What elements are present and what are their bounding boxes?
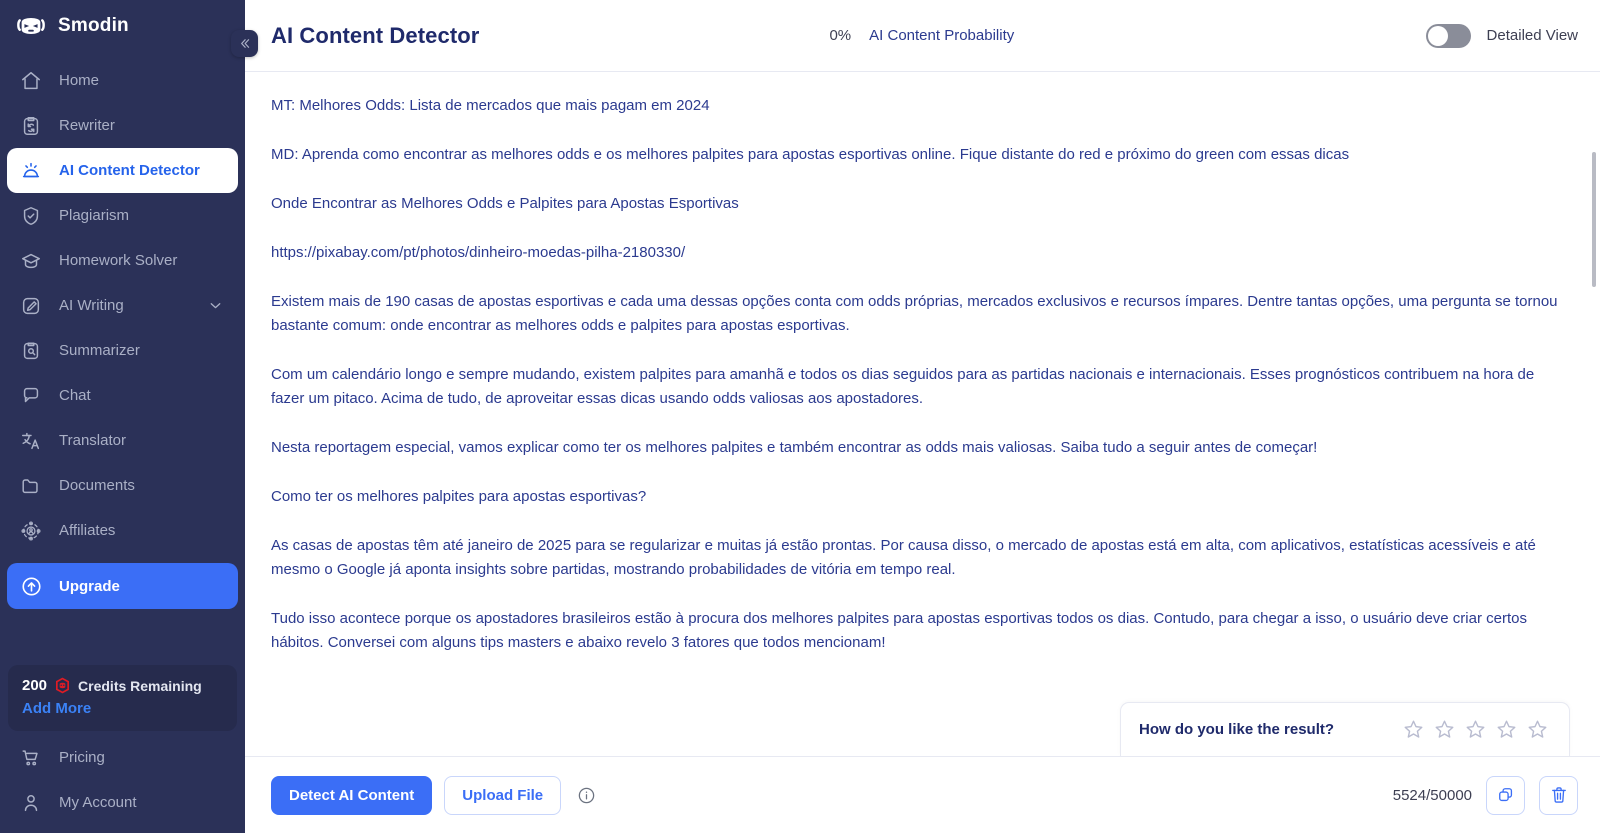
paragraph: MT: Melhores Odds: Lista de mercados que… — [271, 97, 710, 114]
paragraph: Como ter os melhores palpites para apost… — [271, 488, 647, 505]
rating-question: How do you like the result? — [1139, 721, 1335, 738]
chevron-down-icon[interactable] — [207, 297, 224, 314]
star-outline-icon[interactable] — [1402, 718, 1425, 741]
add-more-link[interactable]: Add More — [22, 700, 223, 717]
upgrade-label: Upgrade — [59, 577, 120, 595]
sidebar-item-label: Rewriter — [59, 117, 115, 134]
paragraph: Onde Encontrar as Melhores Odds e Palpit… — [271, 195, 739, 212]
ai-probability-percent: 0% — [829, 27, 852, 44]
smodin-robot-logo-icon — [16, 11, 46, 41]
sidebar-item-my-account[interactable]: My Account — [7, 780, 238, 825]
character-count: 5524/50000 — [1392, 786, 1472, 804]
paragraph: Tudo isso acontece porque os apostadores… — [271, 610, 1527, 651]
topbar: AI Content Detector 0% AI Content Probab… — [245, 0, 1600, 72]
footer-toolbar: Detect AI Content Upload File 5524/50000 — [245, 756, 1600, 833]
document-text-area[interactable]: MT: Melhores Odds: Lista de mercados que… — [245, 72, 1600, 756]
paragraph: As casas de apostas têm até janeiro de 2… — [271, 537, 1536, 578]
sidebar-item-summarizer[interactable]: Summarizer — [7, 328, 238, 373]
main-panel: AI Content Detector 0% AI Content Probab… — [245, 0, 1600, 833]
credits-label: Credits Remaining — [78, 677, 202, 694]
footer-right: 5524/50000 — [1392, 775, 1578, 815]
content-scrollbar[interactable] — [1592, 152, 1596, 287]
sidebar-item-homework-solver[interactable]: Homework Solver — [7, 238, 238, 283]
page-title: AI Content Detector — [271, 22, 480, 48]
sidebar-item-ai-writing[interactable]: AI Writing — [7, 283, 238, 328]
sidebar-item-label: Documents — [59, 477, 135, 494]
affiliates-network-icon — [19, 519, 43, 543]
sidebar-item-label: AI Content Detector — [59, 162, 200, 179]
star-outline-icon[interactable] — [1526, 718, 1549, 741]
upload-file-button[interactable]: Upload File — [444, 775, 562, 815]
trash-icon — [1549, 785, 1569, 805]
shield-check-icon — [19, 204, 43, 228]
sidebar-item-ai-content-detector[interactable]: AI Content Detector — [7, 148, 238, 193]
sidebar-item-label: Homework Solver — [59, 252, 178, 269]
sidebar-item-translator[interactable]: Translator — [7, 418, 238, 463]
paragraph: Com um calendário longo e sempre mudando… — [271, 366, 1535, 407]
sidebar-item-label: Pricing — [59, 749, 105, 766]
sidebar-item-rewriter[interactable]: Rewriter — [7, 103, 238, 148]
sidebar-item-pricing[interactable]: Pricing — [7, 735, 238, 780]
app-root: Smodin Home Rewriter AI Content Detector — [0, 0, 1600, 833]
delete-button[interactable] — [1539, 775, 1578, 815]
user-icon — [19, 791, 43, 815]
paragraph: Existem mais de 190 casas de apostas esp… — [271, 293, 1558, 334]
sidebar-item-label: Translator — [59, 432, 126, 449]
brand[interactable]: Smodin — [0, 0, 245, 52]
toggle-knob — [1427, 25, 1448, 46]
home-icon — [19, 69, 43, 93]
star-outline-icon[interactable] — [1433, 718, 1456, 741]
rating-stars — [1402, 718, 1549, 741]
credits-amount: 200 — [22, 677, 48, 694]
chat-bubble-icon — [19, 384, 43, 408]
sidebar-item-label: Affiliates — [59, 522, 116, 539]
sidebar-item-home[interactable]: Home — [7, 58, 238, 103]
chevron-double-left-icon — [237, 36, 252, 51]
upgrade-arrow-icon — [19, 574, 43, 598]
detect-ai-content-button[interactable]: Detect AI Content — [271, 775, 433, 815]
detailed-view-label: Detailed View — [1486, 27, 1578, 44]
shopping-cart-icon — [19, 746, 43, 770]
folder-icon — [19, 474, 43, 498]
sidebar-bottom-nav: Pricing My Account — [0, 735, 245, 833]
star-outline-icon[interactable] — [1495, 718, 1518, 741]
info-circle-icon[interactable] — [577, 786, 596, 805]
graduation-cap-icon — [19, 249, 43, 273]
credits-line: 200 Credits Remaining — [22, 677, 223, 694]
detailed-view-toggle[interactable] — [1425, 23, 1471, 48]
sidebar-item-label: AI Writing — [59, 297, 124, 314]
credits-box: 200 Credits Remaining Add More — [8, 665, 237, 731]
summarizer-clipboard-icon — [19, 339, 43, 363]
sidebar-item-label: Home — [59, 72, 100, 89]
sidebar-item-plagiarism[interactable]: Plagiarism — [7, 193, 238, 238]
sidebar-item-label: Plagiarism — [59, 207, 130, 224]
copy-button[interactable] — [1486, 775, 1525, 815]
sidebar-item-affiliates[interactable]: Affiliates — [7, 508, 238, 553]
rating-card: How do you like the result? — [1120, 702, 1570, 756]
ai-probability-label: AI Content Probability — [869, 27, 1015, 44]
sidebar-nav: Home Rewriter AI Content Detector Plagia… — [0, 58, 245, 609]
smodin-token-icon — [54, 677, 71, 694]
sidebar-item-label: My Account — [59, 794, 137, 811]
sidebar-item-label: Chat — [59, 387, 91, 404]
sidebar-item-documents[interactable]: Documents — [7, 463, 238, 508]
sidebar-collapse-button[interactable] — [231, 30, 258, 57]
brand-name: Smodin — [58, 15, 129, 36]
upgrade-button[interactable]: Upgrade — [7, 563, 238, 609]
topbar-right: Detailed View — [1425, 23, 1578, 48]
ai-probability-readout: 0% AI Content Probability — [829, 27, 1014, 44]
paragraph: Nesta reportagem especial, vamos explica… — [271, 439, 1318, 456]
sidebar-item-chat[interactable]: Chat — [7, 373, 238, 418]
sidebar: Smodin Home Rewriter AI Content Detector — [0, 0, 245, 833]
copy-icon — [1496, 785, 1516, 805]
ai-detector-alarm-icon — [19, 159, 43, 183]
pencil-square-icon — [19, 294, 43, 318]
rewriter-clipboard-icon — [19, 114, 43, 138]
paragraph: MD: Aprenda como encontrar as melhores o… — [271, 146, 1350, 163]
star-outline-icon[interactable] — [1464, 718, 1487, 741]
sidebar-item-label: Summarizer — [59, 342, 140, 359]
paragraph: https://pixabay.com/pt/photos/dinheiro-m… — [271, 244, 686, 261]
translate-icon — [19, 429, 43, 453]
